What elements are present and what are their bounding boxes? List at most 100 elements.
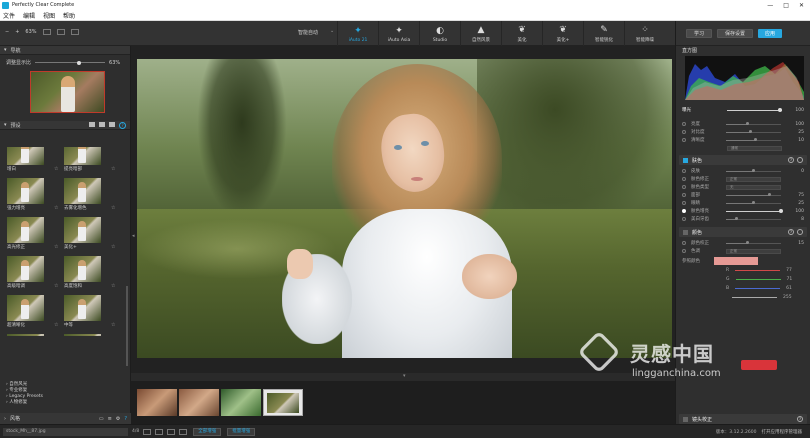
preset-thumbnail[interactable]: 去雾化增色 ☆ [64, 178, 116, 211]
adjust-slider[interactable] [726, 209, 783, 213]
radio-button[interactable] [682, 138, 686, 142]
adjust-row[interactable]: 面部 75 [676, 191, 810, 199]
adjust-row[interactable]: 肤色增亮 100 [676, 207, 810, 215]
navigator-header[interactable]: ▾ 导航 [0, 46, 130, 55]
menu-view[interactable]: 视图 [43, 11, 55, 20]
preset-thumbnail[interactable]: 超级去雾☆ [7, 334, 59, 336]
filename-field[interactable]: stock_Mh__87.jpg [3, 427, 128, 436]
preset-thumbnail[interactable]: 强力增亮 ☆ [7, 178, 59, 211]
radio-button[interactable] [682, 201, 686, 205]
adjust-row[interactable]: 肤色类型 无 [676, 183, 810, 191]
film-thumbnail[interactable] [179, 389, 219, 416]
preset-thumbnail[interactable]: 中等 ☆ [64, 295, 116, 328]
channel-row[interactable]: B 61 [676, 284, 810, 293]
app-manager-link[interactable]: 打开应用程序管理器 [762, 429, 803, 435]
next-icon[interactable] [155, 428, 164, 435]
rotate-icon[interactable] [167, 428, 176, 435]
adjust-row[interactable]: 色调 正常 [676, 247, 810, 255]
red-action-button[interactable] [741, 360, 777, 370]
adjust-slider[interactable] [726, 138, 781, 141]
radio-button[interactable] [682, 130, 686, 134]
adjust-slider[interactable] [726, 193, 781, 196]
basic-dropdown[interactable]: 通常 [727, 145, 782, 151]
channel-row[interactable]: 255 [676, 293, 810, 302]
star-icon[interactable]: ☆ [111, 283, 115, 289]
menu-file[interactable]: 文件 [3, 11, 15, 20]
collapse-icon[interactable]: ▾ [4, 47, 7, 53]
adjust-row[interactable]: 眼睛 25 [676, 199, 810, 207]
split-view-icon[interactable] [70, 29, 79, 35]
preset-thumbnail[interactable]: 超级去☆ [64, 334, 116, 336]
film-thumbnail[interactable] [137, 389, 177, 416]
color-section-header[interactable]: 颜色 ? [679, 227, 807, 237]
adjust-slider[interactable] [726, 217, 781, 220]
adjust-dropdown[interactable]: 无 [726, 184, 781, 190]
radio-button[interactable] [682, 217, 686, 221]
section-toggle[interactable] [683, 157, 688, 163]
star-icon[interactable]: ☆ [54, 205, 58, 211]
chevron-down-icon[interactable]: ▾ [403, 373, 406, 379]
scrollbar[interactable] [126, 286, 128, 366]
adjust-row[interactable]: 皮肤 0 [676, 167, 810, 175]
learn-button[interactable]: 学习 [686, 28, 713, 38]
help-icon[interactable]: ? [788, 157, 794, 163]
prev-icon[interactable] [143, 428, 152, 435]
actual-size-icon[interactable] [56, 29, 65, 35]
star-icon[interactable]: ☆ [54, 283, 58, 289]
main-photo[interactable] [137, 59, 672, 358]
star-icon[interactable]: ☆ [54, 166, 58, 172]
adjust-row[interactable]: 肤色修正 正常 [676, 175, 810, 183]
list-view-icon[interactable] [99, 121, 105, 127]
channel-row[interactable]: R 77 [676, 266, 810, 275]
tree-item[interactable]: › 人物修复 [6, 400, 43, 406]
power-icon[interactable] [797, 229, 803, 235]
zoom-in-button[interactable]: + [15, 29, 19, 35]
minimize-button[interactable]: — [767, 2, 773, 9]
preset-thumbnail[interactable]: 高度饱和 ☆ [64, 256, 116, 289]
channel-slider[interactable] [732, 296, 777, 299]
collapse-icon[interactable]: › [4, 416, 6, 422]
adjust-row[interactable]: 亮度 100 [676, 120, 810, 128]
star-icon[interactable]: ☆ [54, 244, 58, 250]
adjust-row[interactable]: 美白牙齿 8 [676, 215, 810, 223]
collapse-icon[interactable]: ▾ [4, 122, 7, 128]
adjust-slider[interactable] [726, 122, 781, 125]
preset-thumbnail[interactable]: 提亮暗部 ☆ [64, 147, 116, 172]
adjust-slider[interactable] [726, 169, 781, 172]
adjust-slider[interactable] [726, 130, 781, 133]
color-swatch[interactable] [714, 256, 758, 265]
preset-3[interactable]: ▲ 自然风景 [460, 21, 501, 46]
film-thumbnail-selected[interactable] [263, 389, 303, 416]
radio-button[interactable] [682, 169, 686, 173]
lens-section-header[interactable]: 镜头校正 ? [679, 414, 807, 424]
gear-icon[interactable]: ⚙ [116, 416, 120, 422]
star-icon[interactable]: ☆ [111, 322, 115, 328]
apply-button[interactable]: 应用 [758, 28, 783, 38]
preset-0[interactable]: ✦ iAuto 21 [337, 21, 378, 46]
film-thumbnail[interactable] [221, 389, 261, 416]
collapse-left-icon[interactable]: ◂ [132, 233, 135, 241]
compare-icon[interactable] [179, 428, 188, 435]
beautify-section-header[interactable]: 肤色 ? [679, 155, 807, 165]
adjust-dropdown[interactable]: 正常 [726, 176, 781, 182]
help-icon[interactable]: ? [124, 416, 127, 422]
channel-slider[interactable] [735, 278, 781, 281]
close-button[interactable]: ✕ [799, 2, 804, 9]
exposure-row[interactable]: 曝光 100 [676, 106, 810, 114]
menu-edit[interactable]: 编辑 [23, 11, 35, 20]
apply-all-button[interactable]: 全部增强 [193, 427, 222, 436]
save-preset-button[interactable]: 保存设置 [717, 28, 754, 38]
preset-4[interactable]: ❦ 美化 [501, 21, 542, 46]
help-icon[interactable]: ? [788, 229, 794, 235]
preset-thumbnail[interactable]: 美化+ ☆ [64, 217, 116, 250]
radio-button[interactable] [682, 249, 686, 253]
preset-thumbnail[interactable]: 超清晰化 ☆ [7, 295, 59, 328]
preset-7[interactable]: ⁘ 智能降噪 [624, 21, 665, 46]
menu-help[interactable]: 帮助 [63, 11, 75, 20]
help-icon[interactable]: ? [797, 416, 803, 422]
preset-thumbnail[interactable]: 增白 ☆ [7, 147, 59, 172]
star-icon[interactable]: ☆ [54, 322, 58, 328]
slider-knob[interactable] [76, 60, 81, 65]
zoom-out-button[interactable]: − [5, 29, 9, 35]
adjust-slider[interactable] [726, 241, 781, 244]
